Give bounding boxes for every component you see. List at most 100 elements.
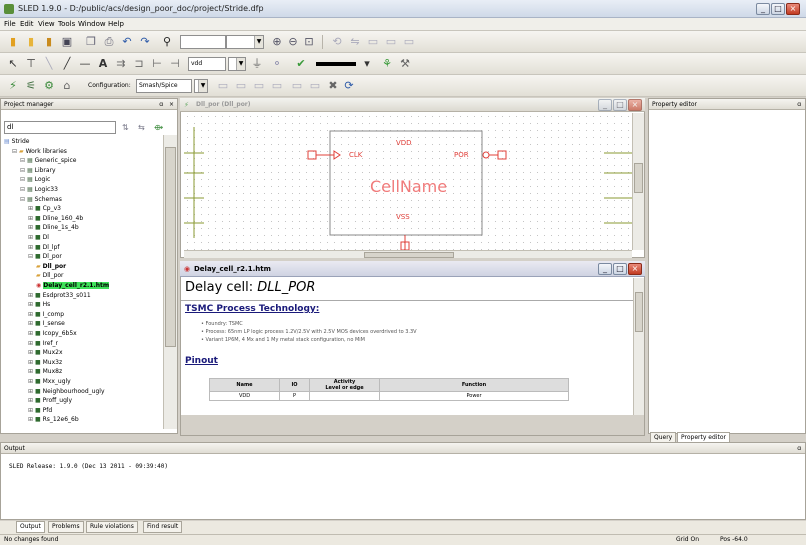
- menu-edit[interactable]: Edit: [20, 20, 34, 28]
- tree-item[interactable]: ⊞ ■ Iref_r: [28, 340, 58, 348]
- tree-item[interactable]: ⊞ ■ Mux2x: [28, 349, 63, 357]
- layout-icon[interactable]: ▭: [290, 79, 304, 93]
- tree-item[interactable]: ⊞ ■ Icopy_6b5x: [28, 330, 77, 338]
- text-icon[interactable]: A: [96, 57, 110, 71]
- tree-item[interactable]: ⊞ ■ Proff_ugly: [28, 397, 72, 405]
- tree-item[interactable]: ⊞ ■ I_sense: [28, 320, 65, 328]
- align-icon[interactable]: ▭: [366, 35, 380, 49]
- tree-item[interactable]: ⊞ ■ Dline_160_4b: [28, 215, 83, 223]
- tab-find-result[interactable]: Find result: [143, 521, 183, 533]
- expand-toggle-icon[interactable]: ⊞: [28, 292, 35, 299]
- tree-item[interactable]: ⊞ ■ Dline_1s_4b: [28, 224, 79, 232]
- tab-problems[interactable]: Problems: [48, 521, 84, 533]
- menu-help[interactable]: Help: [108, 20, 124, 28]
- expand-toggle-icon[interactable]: ⊞: [28, 301, 35, 308]
- project-search-input[interactable]: dl: [4, 121, 116, 134]
- maximize-button[interactable]: □: [771, 3, 785, 15]
- tree-item[interactable]: ⊟ ▰ Work libraries: [12, 148, 67, 156]
- net-combo[interactable]: [180, 35, 226, 49]
- tree-item[interactable]: ⊞ ■ Mux3z: [28, 359, 62, 367]
- simulate-icon[interactable]: ⚡: [6, 79, 20, 93]
- expand-toggle-icon[interactable]: ⊟: [20, 167, 27, 174]
- tree-item[interactable]: ⊞ ■ Dl: [28, 234, 49, 242]
- tree-item[interactable]: ⊟ ▦ Logic: [20, 176, 50, 184]
- expand-toggle-icon[interactable]: ⊞: [28, 416, 35, 423]
- expand-toggle-icon[interactable]: ⊞: [28, 205, 35, 212]
- expand-toggle-icon[interactable]: ⊞: [28, 397, 35, 404]
- document-vscrollbar[interactable]: [633, 278, 644, 415]
- zoom-in-icon[interactable]: ⊕: [270, 35, 284, 49]
- tree-item[interactable]: ⊟ ▦ Schemas: [20, 196, 62, 204]
- wire-icon[interactable]: ╲: [42, 57, 56, 71]
- stop-icon[interactable]: ⌂: [60, 79, 74, 93]
- menu-tools[interactable]: Tools: [58, 20, 75, 28]
- save-icon[interactable]: ▣: [60, 35, 74, 49]
- project-tree-scrollbar[interactable]: [163, 135, 177, 429]
- refresh-icon[interactable]: ⟳: [342, 79, 356, 93]
- delete-icon[interactable]: ✖: [326, 79, 340, 93]
- close-button[interactable]: ×: [786, 3, 800, 15]
- tree-item[interactable]: ▰ Dll_por: [36, 272, 64, 280]
- probe-icon[interactable]: ⚬: [270, 57, 284, 71]
- sync-icon[interactable]: ⟴: [154, 123, 163, 132]
- tree-item[interactable]: ⊟ ▦ Logic33: [20, 186, 58, 194]
- tree-item[interactable]: ⊞ ■ Cp_v3: [28, 205, 61, 213]
- pointer-icon[interactable]: ↖: [6, 57, 20, 71]
- expand-toggle-icon[interactable]: ⊟: [28, 253, 35, 260]
- junction-icon[interactable]: ⊢: [150, 57, 164, 71]
- tree-item[interactable]: ⊞ ■ Rs_12e6_6b: [28, 416, 79, 424]
- label-icon[interactable]: ⇉: [114, 57, 128, 71]
- expand-toggle-icon[interactable]: ⊟: [20, 186, 27, 193]
- configuration-select[interactable]: Smash/Spice: [136, 79, 192, 93]
- expand-toggle-icon[interactable]: ⊞: [28, 244, 35, 251]
- layout-icon[interactable]: ▭: [308, 79, 322, 93]
- expand-toggle-icon[interactable]: ⊞: [28, 234, 35, 241]
- zoom-out-icon[interactable]: ⊖: [286, 35, 300, 49]
- expand-toggle-icon[interactable]: ⊟: [20, 157, 27, 164]
- undo-icon[interactable]: ↶: [120, 35, 134, 49]
- scroll-thumb[interactable]: [364, 252, 454, 258]
- expand-toggle-icon[interactable]: ⊞: [28, 359, 35, 366]
- schematic-minimize-button[interactable]: _: [598, 99, 612, 111]
- hierarchy-icon[interactable]: ⚘: [380, 57, 394, 71]
- vdd-combo-arrow[interactable]: ▼: [228, 57, 246, 71]
- tree-item[interactable]: ⊞ ■ Mxx_ugly: [28, 378, 71, 386]
- expand-toggle-icon[interactable]: ⊞: [28, 330, 35, 337]
- tree-item[interactable]: ⊞ ■ Hs: [28, 301, 50, 309]
- schematic-vscrollbar[interactable]: [632, 113, 644, 250]
- collapse-icon[interactable]: ⇆: [138, 123, 145, 132]
- expand-toggle-icon[interactable]: ⊞: [28, 349, 35, 356]
- tab-output[interactable]: Output: [16, 521, 45, 533]
- new-icon[interactable]: ▮: [6, 35, 20, 49]
- expand-toggle-icon[interactable]: ⊞: [28, 224, 35, 231]
- minimize-button[interactable]: _: [756, 3, 770, 15]
- open-folder-icon[interactable]: ▮: [42, 35, 56, 49]
- document-minimize-button[interactable]: _: [598, 263, 612, 275]
- scroll-thumb[interactable]: [634, 163, 643, 193]
- expand-toggle-icon[interactable]: ⊟: [20, 196, 27, 203]
- tree-item[interactable]: ⊞ ■ Neighbourhood_ugly: [28, 388, 105, 396]
- expand-toggle-icon[interactable]: ⊞: [28, 340, 35, 347]
- port-icon[interactable]: ⊐: [132, 57, 146, 71]
- tree-item[interactable]: ⊞ ■ Mux8z: [28, 368, 62, 376]
- document-close-button[interactable]: ×: [628, 263, 642, 275]
- mirror-icon[interactable]: ⇋: [348, 35, 362, 49]
- bus-icon[interactable]: —: [78, 57, 92, 71]
- tree-item[interactable]: ▤ Stride: [4, 138, 29, 146]
- pin-icon[interactable]: ɑ: [797, 443, 801, 454]
- copy-icon[interactable]: ❐: [84, 35, 98, 49]
- schematic-close-button[interactable]: ×: [628, 99, 642, 111]
- ground-icon[interactable]: ⏚: [250, 57, 264, 71]
- vdd-combo[interactable]: vdd: [188, 57, 226, 71]
- expand-toggle-icon[interactable]: ⊞: [28, 378, 35, 385]
- scroll-thumb[interactable]: [635, 292, 643, 332]
- find-icon[interactable]: ⚲: [160, 35, 174, 49]
- run-icon[interactable]: ⚙: [42, 79, 56, 93]
- configuration-arrow[interactable]: ▼: [194, 79, 208, 93]
- tree-item[interactable]: ⊟ ■ Dl_por: [28, 253, 62, 261]
- filter-icon[interactable]: ⇅: [122, 123, 129, 132]
- expand-toggle-icon[interactable]: ⊞: [28, 311, 35, 318]
- schematic-hscrollbar[interactable]: [184, 250, 632, 258]
- redo-icon[interactable]: ↷: [138, 35, 152, 49]
- line-width-swatch[interactable]: [316, 62, 356, 66]
